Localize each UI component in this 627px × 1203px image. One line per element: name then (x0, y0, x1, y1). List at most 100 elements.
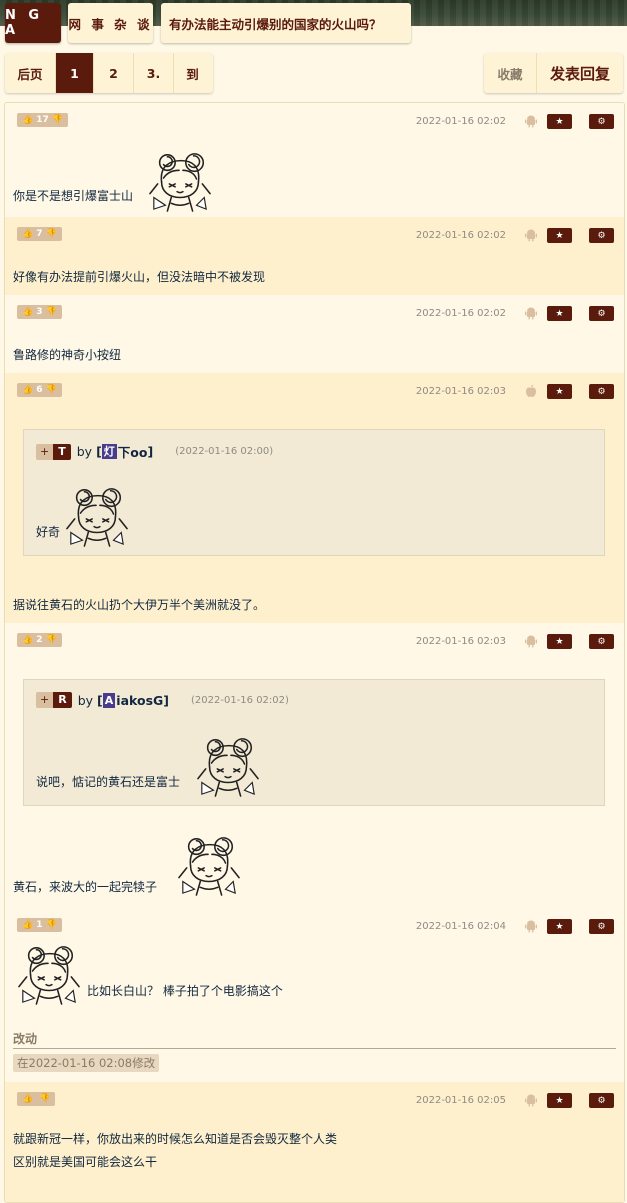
quote-user[interactable]: [AiakosG] (97, 692, 169, 708)
star-icon: ★ (555, 1095, 564, 1106)
post-content: 黄石，来波大的一起完犊子 (13, 880, 158, 894)
quote-username: 下oo (117, 445, 148, 460)
like-badge[interactable]: 👍 👎 (17, 1092, 56, 1106)
expand-icon[interactable]: + (36, 692, 54, 708)
post-content-line-1: 就跟新冠一样，你放出来的时候怎么知道是否会毁灭整个人类 (13, 1132, 338, 1146)
star-button[interactable]: ★ (547, 919, 572, 934)
post-4: 👍 6 👎 2022-01-16 02:03 ★ ⚙ + T by [灯下oo]… (5, 373, 624, 623)
star-button[interactable]: ★ (547, 306, 572, 321)
post-content: 好像有办法提前引爆火山，但没法暗中不被发现 (13, 270, 266, 284)
star-button[interactable]: ★ (547, 228, 572, 243)
thumbs-up-icon[interactable]: 👍 (22, 115, 33, 125)
thumbs-up-icon[interactable]: 👍 (22, 635, 33, 645)
thumbs-down-icon[interactable]: 👎 (45, 635, 56, 645)
post-date: 2022-01-16 02:02 (415, 230, 506, 241)
like-badge[interactable]: 👍 17 👎 (17, 113, 68, 127)
android-icon (525, 114, 537, 128)
breadcrumb-forum[interactable]: 网 事 杂 谈 (68, 3, 153, 43)
thumbs-up-icon[interactable]: 👍 (22, 1094, 33, 1104)
thumbs-down-icon[interactable]: 👎 (45, 307, 56, 317)
settings-button[interactable]: ⚙ (589, 634, 614, 649)
settings-button[interactable]: ⚙ (589, 114, 614, 129)
star-button[interactable]: ★ (547, 384, 572, 399)
post-content: 据说往黄石的火山扔个大伊万半个美洲就没了。 (13, 598, 266, 612)
gear-icon: ⚙ (597, 636, 606, 647)
quote-content: 好奇 (36, 525, 61, 539)
star-button[interactable]: ★ (547, 1093, 572, 1108)
nga-logo[interactable]: N G A (5, 3, 61, 43)
like-count: 17 (36, 115, 49, 125)
quote-tag-letter: R (53, 692, 72, 708)
edit-title: 改动 (13, 1032, 38, 1046)
expand-icon[interactable]: + (36, 443, 54, 460)
quote-tag[interactable]: + R (36, 692, 72, 708)
thumbs-up-icon[interactable]: 👍 (22, 920, 33, 930)
apple-icon (525, 384, 537, 398)
star-icon: ★ (555, 636, 564, 647)
page-prev-button[interactable]: 后页 (5, 53, 55, 93)
post-list: 👍 17 👎 2022-01-16 02:02 ★ ⚙ 你是不是想引爆富士山 👍… (4, 102, 625, 1203)
like-badge[interactable]: 👍 1 👎 (17, 918, 62, 932)
topic-actions: 收藏 发表回复 (484, 53, 623, 93)
page-goto-button[interactable]: 到 (173, 53, 211, 93)
star-icon: ★ (555, 116, 564, 127)
post-content: 鲁路修的神奇小按纽 (13, 348, 122, 362)
quote-user[interactable]: [灯下oo] (96, 442, 153, 461)
like-count: 3 (36, 307, 43, 317)
sticker-image (192, 734, 264, 798)
page-2-button[interactable]: 2 (93, 53, 133, 93)
quote-content: 说吧，惦记的黄石还是富士 (36, 775, 181, 789)
star-button[interactable]: ★ (547, 114, 572, 129)
quote-block: + R by [AiakosG] (2022-01-16 02:02) 说吧，惦… (23, 679, 605, 806)
like-badge[interactable]: 👍 7 👎 (17, 227, 62, 241)
star-button[interactable]: ★ (547, 634, 572, 649)
thumbs-up-icon[interactable]: 👍 (22, 307, 33, 317)
quote-by: by (76, 444, 93, 459)
user-avatar: 灯 (101, 444, 117, 459)
favorite-button[interactable]: 收藏 (484, 53, 537, 93)
thumbs-up-icon[interactable]: 👍 (22, 229, 33, 239)
quote-date: (2022-01-16 02:00) (175, 446, 274, 457)
thumbs-down-icon[interactable]: 👎 (52, 115, 63, 125)
settings-button[interactable]: ⚙ (589, 306, 614, 321)
like-badge[interactable]: 👍 2 👎 (17, 633, 62, 647)
settings-button[interactable]: ⚙ (589, 384, 614, 399)
gear-icon: ⚙ (597, 1095, 606, 1106)
android-icon (525, 306, 537, 320)
post-content-line-2: 区别就是美国可能会这么干 (13, 1155, 158, 1169)
post-2: 👍 7 👎 2022-01-16 02:02 ★ ⚙ 好像有办法提前引爆火山，但… (5, 217, 624, 295)
page-1-button[interactable]: 1 (55, 53, 93, 93)
settings-button[interactable]: ⚙ (589, 228, 614, 243)
post-date: 2022-01-16 02:03 (415, 386, 506, 397)
like-count: 7 (36, 229, 43, 239)
gear-icon: ⚙ (597, 230, 606, 241)
page-3-button[interactable]: 3. (133, 53, 173, 93)
like-badge[interactable]: 👍 3 👎 (17, 305, 62, 319)
gear-icon: ⚙ (597, 921, 606, 932)
gear-icon: ⚙ (597, 116, 606, 127)
thumbs-down-icon[interactable]: 👎 (39, 1094, 50, 1104)
quote-tag[interactable]: + T (36, 443, 71, 460)
like-count: 6 (36, 385, 43, 395)
post-content: 比如长白山？ 棒子拍了个电影搞这个 (87, 984, 283, 998)
thumbs-down-icon[interactable]: 👎 (45, 920, 56, 930)
like-count: 2 (36, 635, 43, 645)
quote-header: + R by [AiakosG] (2022-01-16 02:02) (36, 692, 289, 708)
breadcrumb-topic-title[interactable]: 有办法能主动引爆别的国家的火山吗？ (161, 3, 411, 43)
settings-button[interactable]: ⚙ (589, 1093, 614, 1108)
sticker-image (173, 833, 245, 897)
like-badge[interactable]: 👍 6 👎 (17, 383, 62, 397)
thumbs-down-icon[interactable]: 👎 (45, 385, 56, 395)
post-date: 2022-01-16 02:03 (415, 636, 506, 647)
android-icon (525, 919, 537, 933)
reply-button[interactable]: 发表回复 (537, 53, 623, 93)
star-icon: ★ (555, 230, 564, 241)
user-avatar: A (102, 692, 116, 708)
settings-button[interactable]: ⚙ (589, 919, 614, 934)
star-icon: ★ (555, 921, 564, 932)
android-icon (525, 228, 537, 242)
thumbs-down-icon[interactable]: 👎 (45, 229, 56, 239)
thumbs-up-icon[interactable]: 👍 (22, 385, 33, 395)
post-date: 2022-01-16 02:05 (415, 1095, 506, 1106)
like-count: 1 (36, 920, 43, 930)
